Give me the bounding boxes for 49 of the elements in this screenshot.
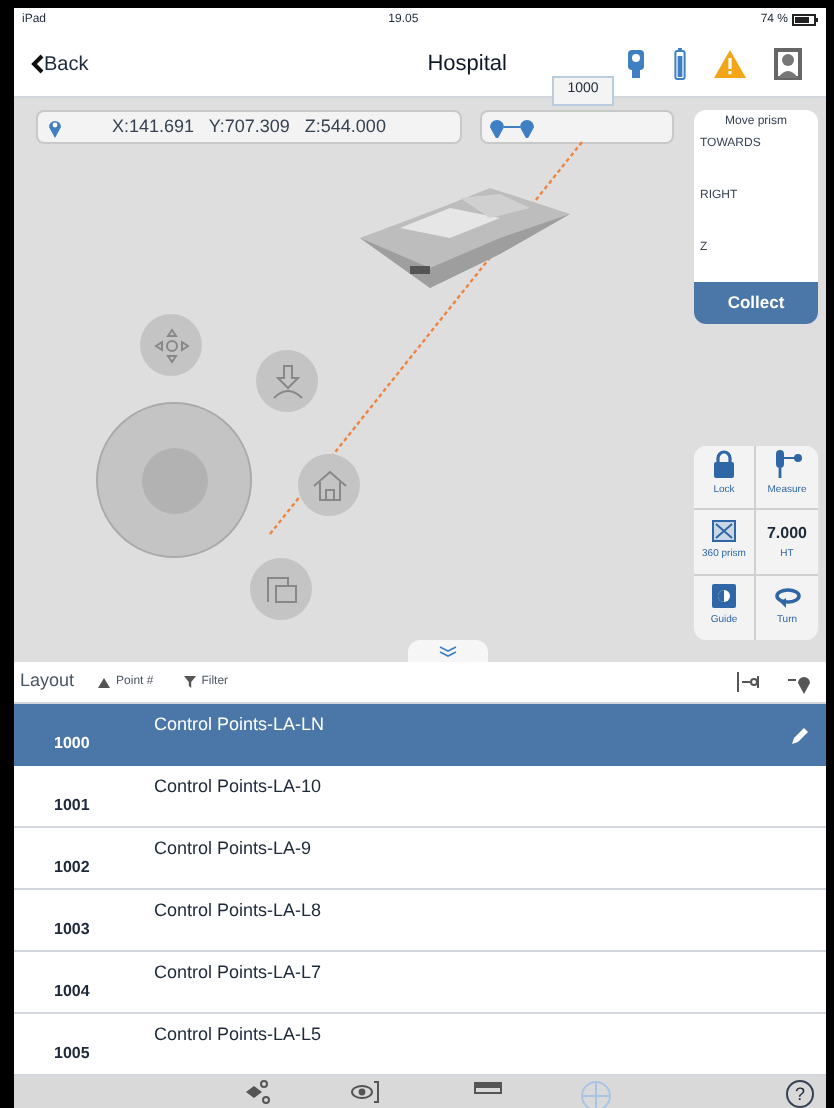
double-chevron-icon (438, 645, 458, 657)
move-arrows-icon (153, 327, 189, 363)
home-button[interactable] (298, 454, 360, 516)
point-row[interactable]: 1000 Control Points-LA-LN (14, 704, 826, 766)
point-number: 1004 (54, 980, 92, 1004)
point-name: Control Points-LA-10 (154, 774, 322, 800)
eye-icon[interactable] (350, 1080, 382, 1104)
screen-title: Hospital (427, 49, 507, 80)
point-number: 1005 (54, 1042, 92, 1066)
measuring-pole-icon (771, 449, 803, 478)
download-icon (271, 363, 303, 399)
list-title: Layout (20, 668, 75, 695)
guide-icon (712, 584, 736, 609)
user-icon[interactable] (774, 48, 802, 80)
view-button[interactable] (250, 558, 312, 620)
help-button[interactable]: ? (786, 1080, 814, 1108)
point-name: Control Points-LA-LN (154, 712, 325, 738)
instrument-icon[interactable] (626, 48, 646, 80)
point-number: 1000 (54, 732, 92, 756)
filter-icon (183, 676, 196, 688)
ruler-icon[interactable] (474, 1080, 502, 1096)
points-icon[interactable] (244, 1080, 272, 1104)
chevron-left-icon (30, 54, 44, 74)
distance-field[interactable] (480, 110, 674, 144)
point-number: 1003 (54, 918, 92, 942)
drop-button[interactable] (256, 350, 318, 412)
back-button[interactable]: Back (30, 49, 89, 79)
collect-button[interactable]: Collect (694, 282, 818, 324)
lock-icon (712, 449, 736, 478)
stakeout-icon[interactable] (736, 672, 760, 692)
battery-level-icon[interactable] (674, 48, 686, 80)
windows-icon (265, 575, 297, 603)
point-name: Control Points-LA-L5 (154, 1022, 322, 1048)
point-to-point-icon (490, 117, 534, 137)
coordinates-field: X:141.691 Y:707.309 Z:544.000 (36, 110, 462, 144)
point-number: 1002 (54, 856, 92, 880)
point-name: Control Points-LA-9 (154, 836, 312, 862)
point-name: Control Points-LA-L7 (154, 960, 322, 986)
expand-tab[interactable] (408, 640, 488, 662)
triangle-icon (98, 677, 111, 687)
point-name: Control Points-LA-L8 (154, 898, 322, 924)
pan-button[interactable] (140, 314, 202, 376)
edit-icon[interactable] (792, 726, 810, 744)
home-icon (311, 469, 347, 501)
battery-icon (792, 14, 818, 26)
rotate-icon (773, 588, 801, 609)
point-number: 1001 (54, 794, 92, 818)
pin-icon (48, 117, 62, 137)
prism-icon (712, 520, 736, 543)
